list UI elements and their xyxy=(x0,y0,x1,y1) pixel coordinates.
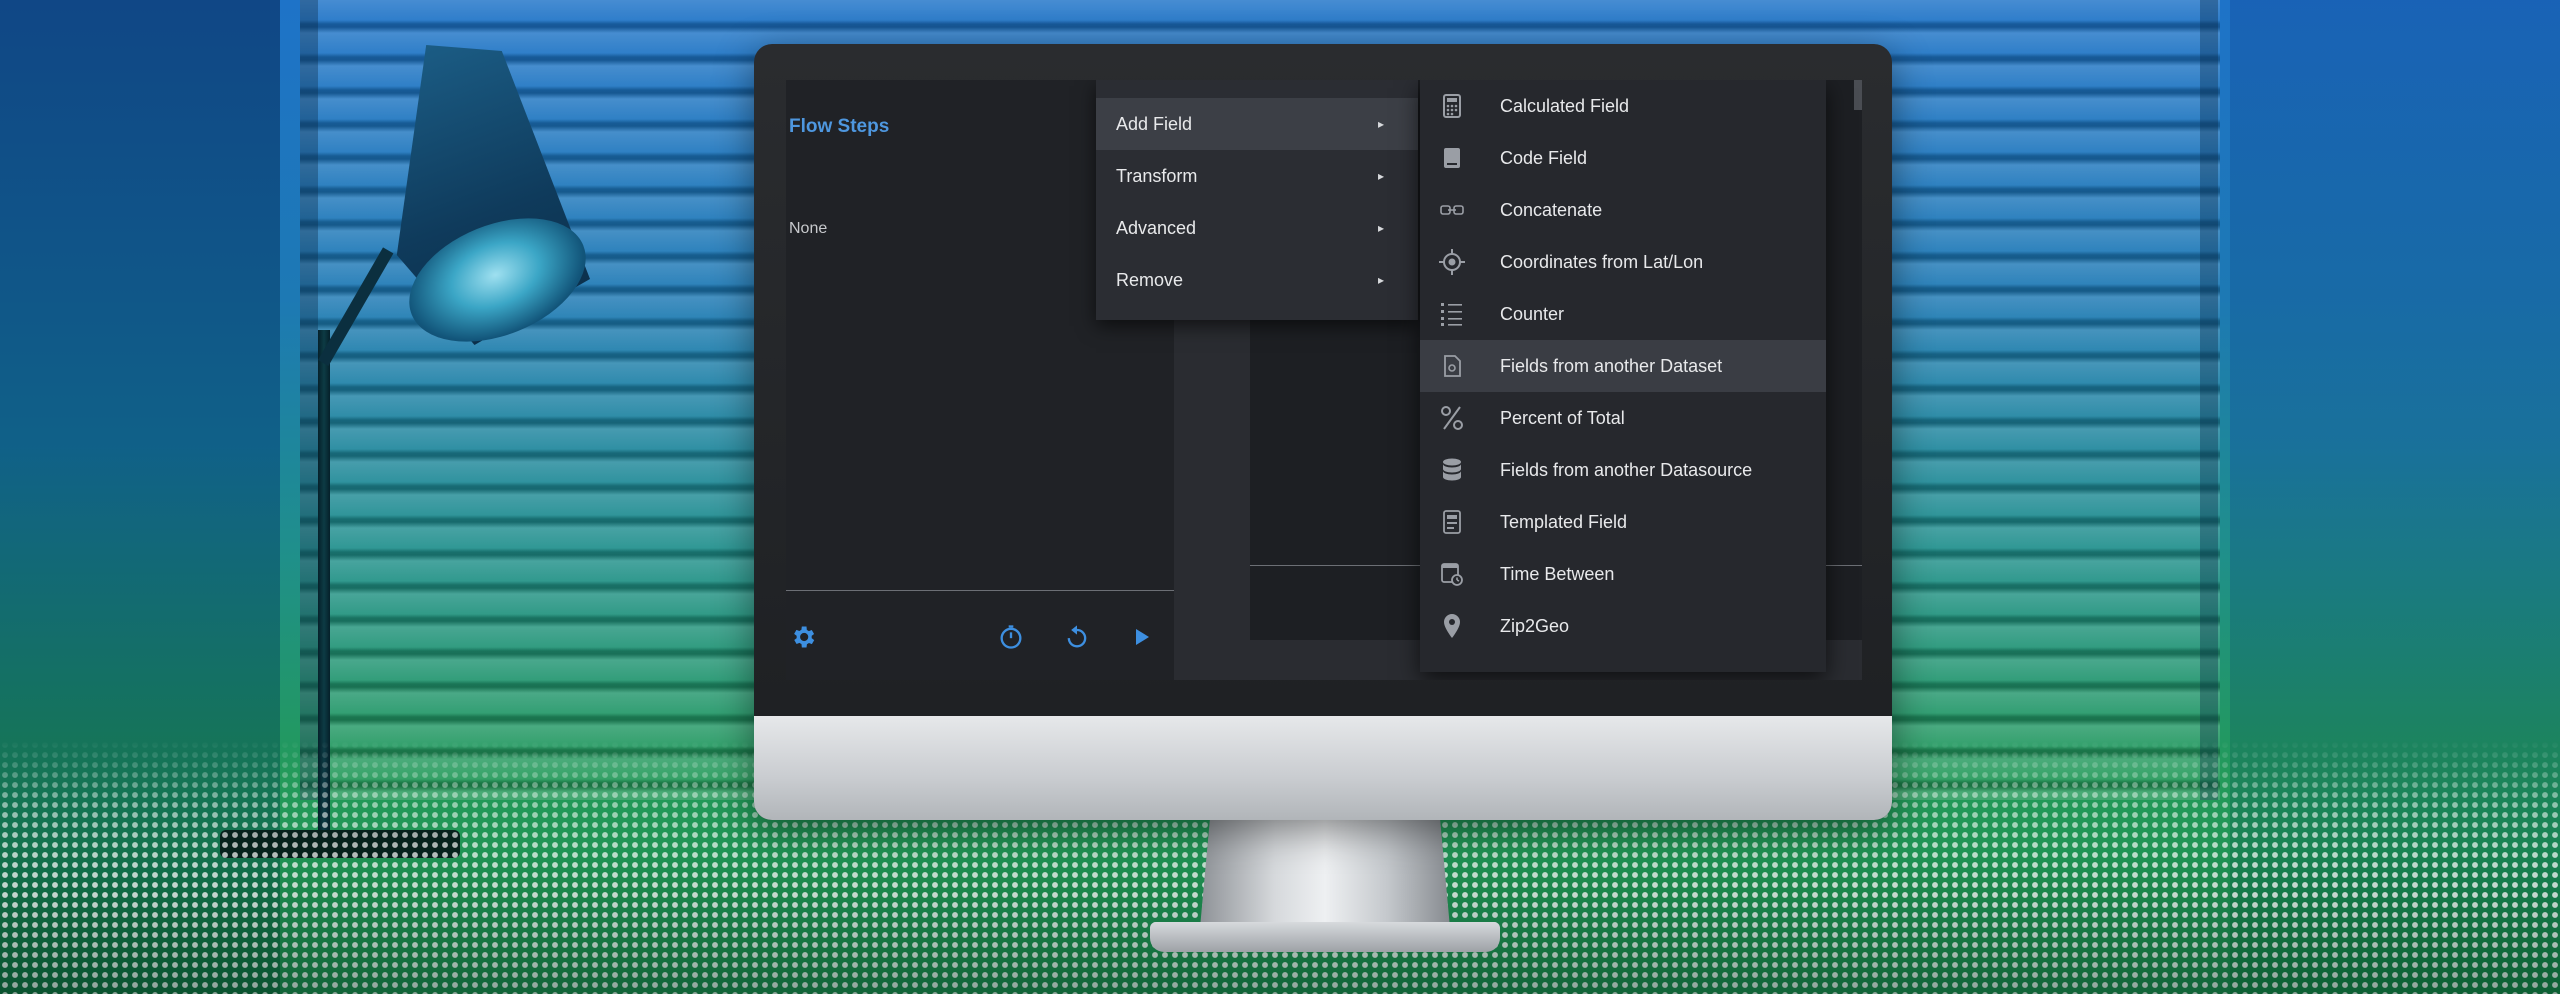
submenu-item-label: Concatenate xyxy=(1500,199,1603,220)
menu-item-label: Advanced xyxy=(1116,217,1197,238)
monitor-stand-foot xyxy=(1150,922,1500,952)
scrollbar[interactable] xyxy=(1854,80,1862,110)
play-icon[interactable] xyxy=(1124,620,1158,654)
calculator-icon xyxy=(1438,92,1466,120)
chevron-right-icon: ▸ xyxy=(1378,221,1385,235)
numbered-list-icon xyxy=(1438,300,1466,328)
menu-item-label: Remove xyxy=(1116,269,1184,290)
percent-icon xyxy=(1438,404,1466,432)
flow-steps-title: Flow Steps xyxy=(789,116,890,137)
calendar-clock-icon xyxy=(1438,560,1466,588)
window-frame-left xyxy=(300,0,318,800)
submenu-item-label: Counter xyxy=(1500,303,1565,324)
submenu-item-label: Fields from another Dataset xyxy=(1500,355,1723,376)
submenu-item-percent-of-total[interactable]: Percent of Total xyxy=(1420,392,1826,444)
submenu-item-label: Code Field xyxy=(1500,147,1588,168)
menu-item-label: Add Field xyxy=(1116,113,1193,134)
submenu-item-coordinates[interactable]: Coordinates from Lat/Lon xyxy=(1420,236,1826,288)
menu-item-transform[interactable]: Transform ▸ xyxy=(1096,150,1418,202)
window-frame-right xyxy=(2200,0,2218,800)
dataset-file-icon xyxy=(1438,352,1466,380)
submenu-item-code-field[interactable]: Code Field xyxy=(1420,132,1826,184)
database-icon xyxy=(1438,456,1466,484)
panel-divider xyxy=(786,590,1174,591)
add-field-submenu: Calculated Field Code Field Concatenate … xyxy=(1420,80,1826,672)
chevron-right-icon: ▸ xyxy=(1378,117,1385,131)
link-icon xyxy=(1438,196,1466,224)
monitor-stand-neck xyxy=(1200,818,1450,928)
crosshair-icon xyxy=(1438,248,1466,276)
submenu-item-fields-from-datasource[interactable]: Fields from another Datasource xyxy=(1420,444,1826,496)
menu-item-advanced[interactable]: Advanced ▸ xyxy=(1096,202,1418,254)
submenu-item-label: Templated Field xyxy=(1500,511,1628,532)
submenu-item-templated-field[interactable]: Templated Field xyxy=(1420,496,1826,548)
submenu-item-label: Fields from another Datasource xyxy=(1500,459,1753,480)
app-screen: Flow Steps None Add Field ▸ Transform ▸ … xyxy=(786,80,1862,680)
menu-item-remove[interactable]: Remove ▸ xyxy=(1096,254,1418,306)
submenu-item-concatenate[interactable]: Concatenate xyxy=(1420,184,1826,236)
chevron-right-icon: ▸ xyxy=(1378,273,1385,287)
flow-steps-empty: None xyxy=(789,220,828,237)
template-icon xyxy=(1438,508,1466,536)
chevron-right-icon: ▸ xyxy=(1378,169,1385,183)
submenu-item-calculated-field[interactable]: Calculated Field xyxy=(1420,80,1826,132)
submenu-item-counter[interactable]: Counter xyxy=(1420,288,1826,340)
submenu-item-fields-from-dataset[interactable]: Fields from another Dataset xyxy=(1420,340,1826,392)
monitor-chin xyxy=(754,716,1892,820)
menu-item-add-field[interactable]: Add Field ▸ xyxy=(1096,98,1418,150)
map-pin-icon xyxy=(1438,612,1466,640)
submenu-item-time-between[interactable]: Time Between xyxy=(1420,548,1826,600)
menu-item-label: Transform xyxy=(1116,165,1198,186)
submenu-item-label: Coordinates from Lat/Lon xyxy=(1500,251,1704,272)
submenu-item-zip2geo[interactable]: Zip2Geo xyxy=(1420,600,1826,652)
submenu-item-label: Calculated Field xyxy=(1500,95,1630,116)
submenu-item-label: Percent of Total xyxy=(1500,407,1625,428)
context-menu: Add Field ▸ Transform ▸ Advanced ▸ Remov… xyxy=(1096,80,1418,320)
submenu-item-label: Zip2Geo xyxy=(1500,615,1570,636)
submenu-item-label: Time Between xyxy=(1500,563,1615,584)
code-book-icon xyxy=(1438,144,1466,172)
gear-icon[interactable] xyxy=(786,620,820,654)
reset-icon[interactable] xyxy=(1060,620,1094,654)
timer-icon[interactable] xyxy=(994,620,1028,654)
